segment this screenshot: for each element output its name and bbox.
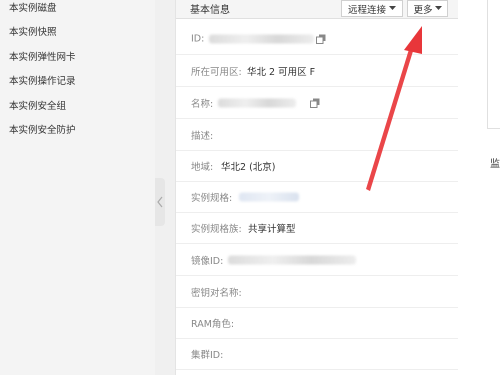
- annotation-arrow: [366, 26, 422, 191]
